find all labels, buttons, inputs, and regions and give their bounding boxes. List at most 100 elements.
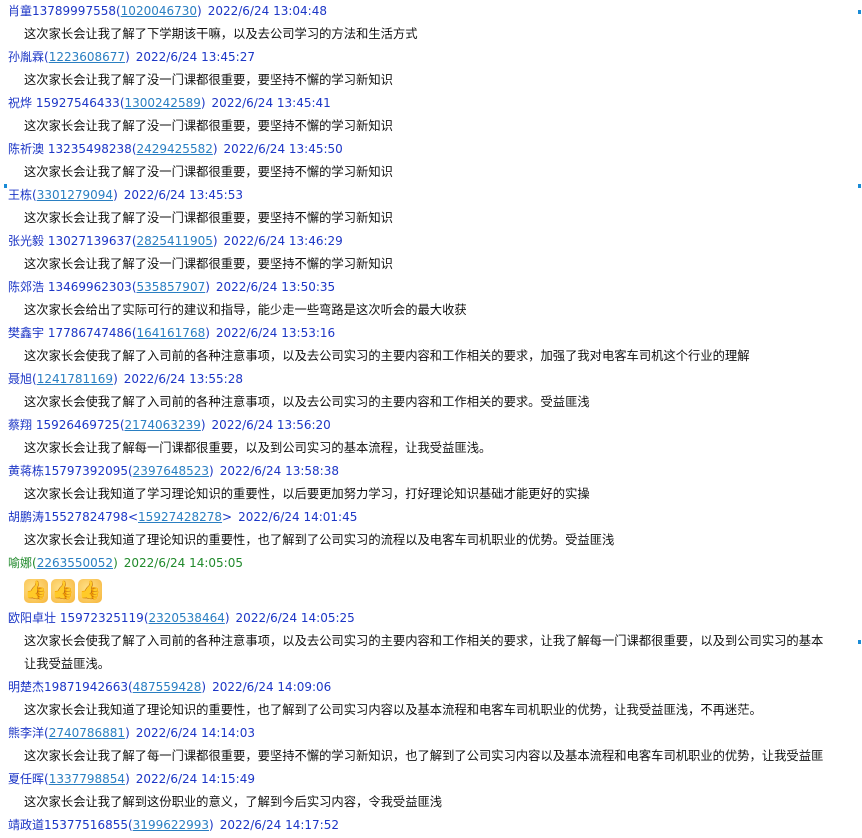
qq-link[interactable]: 3199622993	[133, 818, 209, 832]
timestamp: 2022/6/24 13:46:29	[223, 234, 343, 248]
timestamp: 2022/6/24 14:05:05	[123, 556, 243, 570]
timestamp: 2022/6/24 13:55:28	[123, 372, 243, 386]
message-header: 蔡翔 15926469725(2174063239) 2022/6/24 13:5…	[0, 414, 862, 437]
paren-close: )	[113, 556, 118, 570]
message-header: 喻娜(2263550052) 2022/6/24 14:05:05	[0, 552, 862, 575]
qq-link[interactable]: 164161768	[137, 326, 206, 340]
message-header: 陈祈澳 13235498238(2429425582) 2022/6/24 13:…	[0, 138, 862, 161]
message-text: 这次家长会让我了解了下学期该干嘛，以及去公司学习的方法和生活方式	[24, 27, 418, 41]
sender-name: 夏任晖	[8, 772, 45, 786]
message-header: 胡鹏涛15527824798<15927428278> 2022/6/24 14:…	[0, 506, 862, 529]
message-text: 这次家长会让我了解了没一门课都很重要，要坚持不懈的学习新知识	[24, 165, 393, 179]
timestamp: 2022/6/24 13:45:41	[211, 96, 331, 110]
paren-close: )	[205, 280, 210, 294]
qq-link[interactable]: 1223608677	[49, 50, 125, 64]
timestamp: 2022/6/24 14:09:06	[212, 680, 332, 694]
paren-close: )	[125, 50, 130, 64]
message-header: 樊鑫宇 17786747486(164161768) 2022/6/24 13:5…	[0, 322, 862, 345]
qq-link[interactable]: 535857907	[137, 280, 206, 294]
qq-link[interactable]: 2397648523	[133, 464, 209, 478]
paren-close: )	[125, 726, 130, 740]
qq-link[interactable]: 1020046730	[121, 4, 197, 18]
message-header: 陈郊浩 13469962303(535857907) 2022/6/24 13:5…	[0, 276, 862, 299]
message-text: 这次家长会给出了实际可行的建议和指导，能少走一些弯路是这次听会的最大收获	[24, 303, 467, 317]
sender-name: 蔡翔 15926469725	[8, 418, 120, 432]
timestamp: 2022/6/24 13:45:53	[123, 188, 243, 202]
message-header: 夏任晖(1337798854) 2022/6/24 14:15:49	[0, 768, 862, 791]
selection-handle[interactable]	[858, 640, 861, 644]
qq-link[interactable]: 2825411905	[137, 234, 213, 248]
emoji-row: 👍 👍 👍	[0, 575, 862, 607]
qq-link[interactable]: 2320538464	[149, 611, 225, 625]
qq-link[interactable]: 2740786881	[49, 726, 125, 740]
qq-link[interactable]: 15927428278	[138, 510, 222, 524]
message-item: 明楚杰19871942663(487559428) 2022/6/24 14:09…	[0, 676, 862, 722]
paren-close: )	[212, 234, 218, 248]
selection-handle[interactable]	[858, 10, 861, 14]
sender-name: 张光毅 13027139637	[8, 234, 132, 248]
message-header: 黄蒋栋15797392095(2397648523) 2022/6/24 13:5…	[0, 460, 862, 483]
paren-close: )	[125, 772, 130, 786]
message-item: 孙胤霖(1223608677) 2022/6/24 13:45:27 这次家长会让我…	[0, 46, 862, 92]
qq-link[interactable]: 1241781169	[37, 372, 113, 386]
timestamp: 2022/6/24 13:58:38	[219, 464, 339, 478]
message-header: 王栋(3301279094) 2022/6/24 13:45:53	[0, 184, 862, 207]
selection-handle[interactable]	[4, 184, 7, 188]
message-header: 祝烨 15927546433(1300242589) 2022/6/24 13:4…	[0, 92, 862, 115]
message-item: 熊李洋(2740786881) 2022/6/24 14:14:03 这次家长会让我…	[0, 722, 862, 768]
timestamp: 2022/6/24 14:05:25	[235, 611, 355, 625]
message-header: 熊李洋(2740786881) 2022/6/24 14:14:03	[0, 722, 862, 745]
message-item: 陈郊浩 13469962303(535857907) 2022/6/24 13:5…	[0, 276, 862, 322]
message-item: 王栋(3301279094) 2022/6/24 13:45:53 这次家长会让我了…	[0, 184, 862, 230]
message-header: 靖政道15377516855(3199622993) 2022/6/24 14:1…	[0, 814, 862, 837]
timestamp: 2022/6/24 13:50:35	[215, 280, 336, 294]
paren-close: )	[212, 142, 218, 156]
qq-link[interactable]: 3301279094	[37, 188, 113, 202]
message-item: 张光毅 13027139637(2825411905) 2022/6/24 13:…	[0, 230, 862, 276]
thumbs-up-icon: 👍	[24, 579, 48, 603]
timestamp: 2022/6/24 14:01:45	[238, 510, 358, 524]
message-item: 聂旭(1241781169) 2022/6/24 13:55:28 这次家长会使我了…	[0, 368, 862, 414]
sender-name: 祝烨 15927546433	[8, 96, 120, 110]
message-text: 这次家长会使我了解了入司前的各种注意事项，以及去公司实习的主要内容和工作相关的要…	[24, 349, 750, 363]
sender-name: 王栋	[8, 188, 33, 202]
timestamp: 2022/6/24 14:17:52	[219, 818, 339, 832]
qq-link[interactable]: 1337798854	[49, 772, 125, 786]
paren-close: )	[200, 96, 206, 110]
sender-name: 熊李洋	[8, 726, 45, 740]
thumbs-up-icon: 👍	[78, 579, 102, 603]
qq-link[interactable]: 2263550052	[37, 556, 113, 570]
timestamp: 2022/6/24 14:15:49	[135, 772, 255, 786]
paren-close: )	[201, 680, 207, 694]
message-item: 陈祈澳 13235498238(2429425582) 2022/6/24 13:…	[0, 138, 862, 184]
message-text: 这次家长会让我了解了每一门课都很重要，要坚持不懈的学习新知识，也了解到了公司实习…	[24, 749, 824, 763]
message-text: 这次家长会让我了解了没一门课都很重要，要坚持不懈的学习新知识	[24, 119, 393, 133]
message-header: 明楚杰19871942663(487559428) 2022/6/24 14:09…	[0, 676, 862, 699]
sender-name: 喻娜	[8, 556, 33, 570]
selection-handle[interactable]	[858, 184, 861, 188]
message-item: 夏任晖(1337798854) 2022/6/24 14:15:49 这次家长会让我…	[0, 768, 862, 814]
qq-link[interactable]: 487559428	[133, 680, 202, 694]
message-item: 樊鑫宇 17786747486(164161768) 2022/6/24 13:5…	[0, 322, 862, 368]
timestamp: 2022/6/24 13:45:50	[223, 142, 343, 156]
message-item: 蔡翔 15926469725(2174063239) 2022/6/24 13:5…	[0, 414, 862, 460]
qq-link[interactable]: 2174063239	[125, 418, 201, 432]
message-text: 这次家长会让我了解了没一门课都很重要，要坚持不懈的学习新知识	[24, 73, 393, 87]
sender-name: 陈祈澳 13235498238	[8, 142, 132, 156]
timestamp: 2022/6/24 14:14:03	[135, 726, 255, 740]
qq-link[interactable]: 2429425582	[137, 142, 213, 156]
paren-close: )	[197, 4, 202, 18]
thumbs-up-icon: 👍	[51, 579, 75, 603]
message-text: 这次家长会让我知道了学习理论知识的重要性，以后要更加努力学习，打好理论知识基础才…	[24, 487, 590, 501]
sender-name: 黄蒋栋15797392095	[8, 464, 128, 478]
timestamp: 2022/6/24 13:45:27	[135, 50, 255, 64]
message-item: 靖政道15377516855(3199622993) 2022/6/24 14:1…	[0, 814, 862, 837]
paren-close: )	[200, 418, 206, 432]
message-item: 肖童13789997558(1020046730) 2022/6/24 13:04…	[0, 0, 862, 46]
message-item: 欧阳卓壮 15972325119(2320538464) 2022/6/24 14…	[0, 607, 862, 676]
paren-close: >	[222, 510, 233, 524]
message-text: 这次家长会使我了解了入司前的各种注意事项，以及去公司实习的主要内容和工作相关的要…	[24, 634, 824, 648]
sender-name: 欧阳卓壮 15972325119	[8, 611, 144, 625]
chat-feed: 肖童13789997558(1020046730) 2022/6/24 13:04…	[0, 0, 862, 837]
qq-link[interactable]: 1300242589	[125, 96, 201, 110]
